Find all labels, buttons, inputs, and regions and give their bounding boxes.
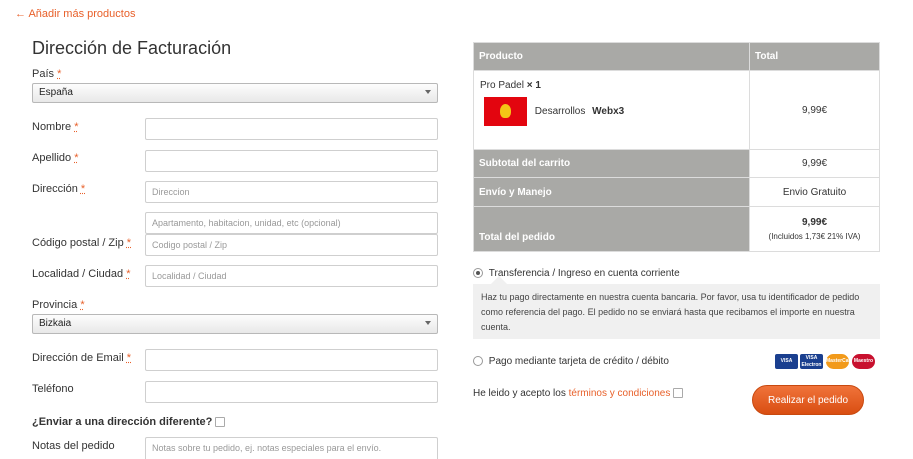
subtotal-value: 9,99€ (749, 149, 880, 178)
total-cell: 9,99€ (Incluidos 1,73€ 21% IVA) (749, 206, 880, 252)
email-label: Dirección de Email * (32, 352, 132, 364)
card-radio[interactable] (473, 356, 483, 367)
first-name-input[interactable] (145, 118, 438, 140)
province-value: Bizkaia (39, 318, 72, 329)
terms-row: He leido y acepto los términos y condici… (473, 388, 684, 399)
add-more-products-link[interactable]: ← Añadir más productos (15, 8, 135, 20)
product-row: Pro Padel × 1 Desarrollos Webx3 9,99€ (473, 70, 880, 150)
province-label: Provincia * (32, 299, 85, 311)
country-select[interactable]: España (32, 83, 438, 103)
card-label: Pago mediante tarjeta de crédito / débit… (488, 356, 669, 367)
product-qty: × 1 (526, 80, 541, 91)
bank-label: Transferencia / Ingreso en cuenta corrie… (488, 268, 680, 279)
terms-link[interactable]: términos y condiciones (569, 388, 671, 399)
province-select[interactable]: Bizkaia (32, 314, 438, 334)
first-name-label: Nombre * (32, 121, 79, 133)
product-cell: Pro Padel × 1 Desarrollos Webx3 (473, 70, 750, 150)
product-name: Pro Padel (480, 80, 524, 91)
maestro-card-icon: Maestro (852, 354, 875, 369)
phone-label: Teléfono (32, 383, 74, 395)
product-flag-image (484, 97, 527, 126)
total-label: Total del pedido (473, 206, 750, 252)
notes-label: Notas del pedido (32, 440, 115, 452)
address-label: Dirección * (32, 183, 86, 195)
billing-title: Dirección de Facturación (32, 38, 232, 58)
visa-card-icon: VISA (775, 354, 798, 369)
last-name-input[interactable] (145, 150, 438, 172)
total-tax-note: (Incluidos 1,73€ 21% IVA) (768, 232, 861, 241)
last-name-label: Apellido * (32, 152, 79, 164)
notes-textarea[interactable]: Notas sobre tu pedido, ej. notas especia… (145, 437, 438, 459)
postcode-label: Código postal / Zip * (32, 237, 132, 249)
subtotal-label: Subtotal del carrito (473, 149, 750, 178)
total-value: 9,99€ (801, 217, 828, 228)
mastercard-icon: MasterCard (826, 354, 854, 369)
ship-different-checkbox[interactable] (215, 417, 226, 428)
product-total: 9,99€ (749, 70, 880, 150)
email-input[interactable] (145, 349, 438, 371)
city-label: Localidad / Ciudad * (32, 268, 131, 280)
terms-checkbox[interactable] (673, 388, 684, 399)
col-total-header: Total (749, 42, 880, 71)
col-product-header: Producto (473, 42, 750, 71)
place-order-button[interactable]: Realizar el pedido (752, 385, 864, 415)
address2-input[interactable]: Apartamento, habitacion, unidad, etc (op… (145, 212, 438, 234)
chevron-down-icon (425, 90, 431, 94)
visa-electron-card-icon: VISA Electron (800, 354, 823, 369)
bank-radio[interactable] (473, 268, 483, 279)
postcode-input[interactable]: Codigo postal / Zip (145, 234, 438, 256)
vendor-prefix: Desarrollos (534, 106, 586, 118)
bank-description: Haz tu pago directamente en nuestra cuen… (473, 276, 880, 339)
ship-different-label: ¿Enviar a una dirección diferente? (32, 416, 213, 428)
address-input[interactable]: Direccion (145, 181, 438, 203)
country-value: España (39, 87, 73, 98)
chevron-down-icon (425, 321, 431, 325)
payment-card-option[interactable]: Pago mediante tarjeta de crédito / débit… (473, 356, 669, 367)
phone-input[interactable] (145, 381, 438, 403)
terms-prefix: He leido y acepto los (473, 388, 566, 399)
order-review-table: Producto Total Pro Padel × 1 Desarrollos… (473, 42, 880, 252)
city-input[interactable]: Localidad / Ciudad (145, 265, 438, 287)
country-label: País * (32, 68, 62, 80)
shipping-value: Envio Gratuito (749, 177, 880, 207)
vendor-name: Webx3 (592, 106, 625, 118)
shipping-label: Envío y Manejo (473, 177, 750, 207)
ship-different-row: ¿Enviar a una dirección diferente? (32, 416, 226, 428)
